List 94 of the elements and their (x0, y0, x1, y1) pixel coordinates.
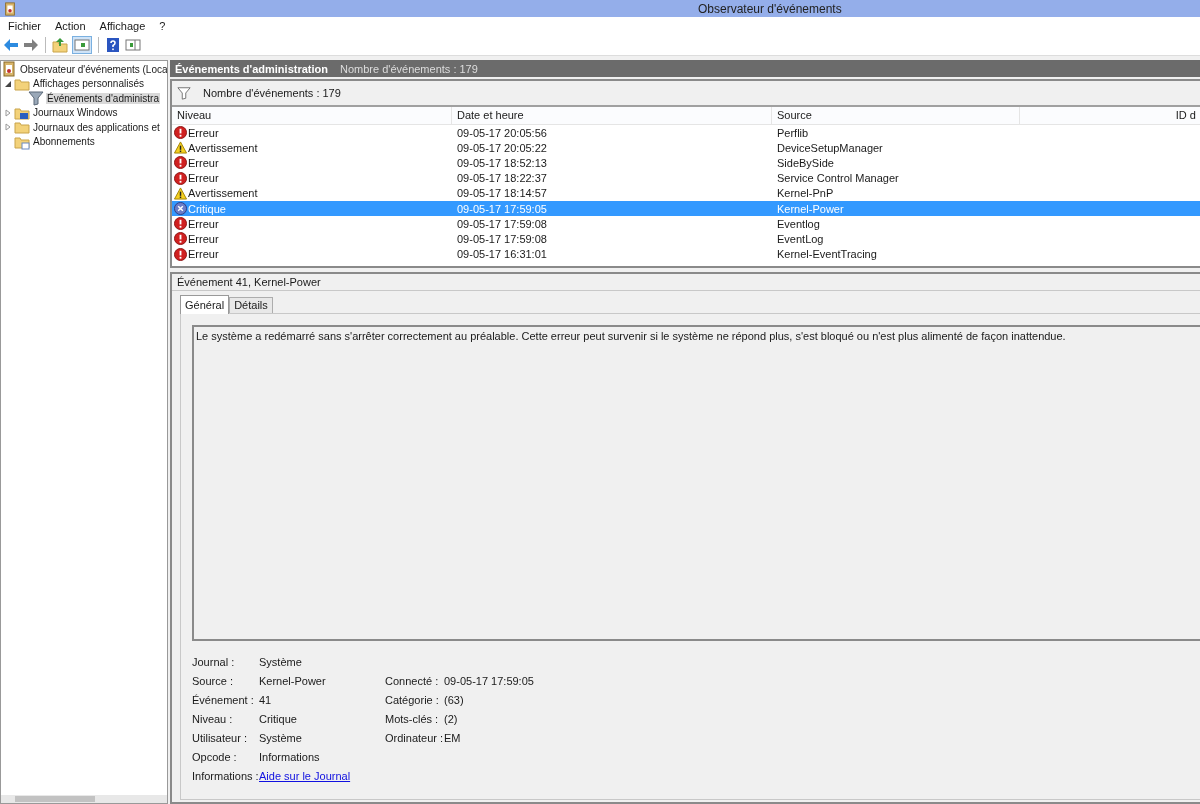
table-row[interactable]: Erreur 09-05-17 17:59:08 EventLog (172, 231, 1200, 247)
table-row[interactable]: Erreur 09-05-17 17:59:08 Eventlog (172, 216, 1200, 232)
property-value: Informations (259, 751, 321, 763)
table-cell: Erreur (188, 172, 219, 185)
table-cell-text: 09-05-17 20:05:22 (456, 141, 548, 154)
table-row[interactable]: Erreur 09-05-17 18:52:13 SideBySide (172, 155, 1200, 171)
property-label: Utilisateur : (192, 731, 249, 744)
table-cell-text: EventLog (776, 232, 825, 245)
property-label: Connecté : (385, 674, 439, 687)
folder-icon[interactable] (52, 37, 68, 53)
property-label: Niveau : (192, 712, 234, 725)
table-cell: Erreur (188, 232, 219, 245)
table-cell: Critique (188, 202, 226, 215)
event-count: Nombre d'événements : 179 (340, 62, 478, 75)
menu-item[interactable]: Fichier (8, 20, 41, 32)
property-label: Source : (192, 674, 234, 687)
property-label: Mots-clés : (385, 712, 439, 725)
property-value: Système (259, 731, 303, 744)
table-cell-text: Perflib (776, 126, 810, 139)
warning-icon (174, 186, 187, 200)
table-cell-text: 09-05-17 17:59:08 (456, 232, 548, 245)
tab[interactable]: Détails (229, 297, 273, 313)
table-cell-text: Service Control Manager (776, 172, 900, 185)
property-label: Catégorie : (385, 693, 439, 706)
property-value: (63) (444, 693, 464, 706)
table-row[interactable]: Erreur 09-05-17 16:31:01 Kernel-EventTracing (172, 246, 1200, 262)
table-cell-text: 09-05-17 18:14:57 (456, 187, 548, 200)
filter-count: Nombre d'événements : 179 (203, 87, 341, 99)
table-cell-text: Eventlog (776, 217, 821, 230)
expand-arrow-icon[interactable] (4, 123, 12, 132)
menu-item[interactable]: Affichage (99, 20, 146, 32)
collapse-arrow-icon[interactable] (4, 79, 12, 88)
table-cell-text: DeviceSetupManager (776, 141, 884, 154)
folder-icon (14, 119, 30, 136)
property-label: Événement : (192, 693, 255, 706)
scrollbar[interactable] (1, 795, 167, 803)
table-cell: Avertissement (188, 141, 258, 154)
property-value: Critique (259, 712, 298, 725)
tree-item[interactable]: Événements d'administra (46, 92, 160, 104)
column-header[interactable]: Source (772, 107, 1020, 124)
description-text: Le système a redémarré sans s'arrêter correctement au préalable. Cette erreur peut survenir si le système ne répond plus, s'est bloqué ou n'est plus alimenté de façon inattendue. (196, 330, 1066, 342)
back-arrow-icon[interactable] (3, 37, 19, 53)
table-cell-text: 09-05-17 16:31:01 (456, 248, 548, 261)
property-value: Kernel-Power (259, 674, 327, 687)
property-value: EM (444, 731, 461, 744)
tree-item[interactable]: Observateur d'événements (Loca (19, 63, 167, 75)
table-row[interactable]: Avertissement 09-05-17 20:05:22 DeviceSetupManager (172, 140, 1200, 156)
property-value: (2) (444, 712, 458, 725)
table-cell: Erreur (188, 126, 219, 139)
property-label: Informations : (192, 770, 259, 783)
property-label: Journal : (192, 655, 236, 668)
table-row[interactable]: Erreur 09-05-17 18:22:37 Service Control Manager (172, 170, 1200, 186)
filter-icon (177, 86, 191, 100)
window-title: Observateur d'événements (698, 1, 842, 16)
table-cell: Erreur (188, 217, 219, 230)
warning-icon (174, 141, 187, 155)
property-label: Opcode : (192, 751, 238, 763)
table-cell-text: 09-05-17 18:22:37 (456, 172, 548, 185)
table-cell-text: Kernel-PnP (776, 187, 835, 200)
property-label: Ordinateur : (385, 731, 444, 744)
property-value: 41 (259, 693, 273, 706)
table-cell: Avertissement (188, 187, 258, 200)
panel-icon[interactable] (125, 37, 141, 53)
help-icon[interactable] (105, 37, 121, 53)
table-cell-text: 09-05-17 17:59:05 (456, 202, 548, 215)
column-header[interactable]: Niveau (172, 107, 452, 124)
table-cell: Erreur (188, 156, 219, 169)
column-header[interactable]: ID d (1020, 107, 1200, 124)
property-value: Système (259, 655, 303, 668)
table-row[interactable]: Avertissement 09-05-17 18:14:57 Kernel-PnP (172, 185, 1200, 201)
panel-toggle-icon[interactable] (72, 36, 92, 54)
tab[interactable]: Général (180, 295, 230, 314)
filter-icon (28, 90, 44, 107)
tree-item[interactable]: Journaux Windows (32, 107, 119, 119)
table-cell-text: SideBySide (776, 156, 835, 169)
menu-item[interactable]: Action (55, 20, 86, 32)
table-cell-text: Kernel-EventTracing (776, 248, 878, 261)
view-title: Événements d'administration (175, 62, 328, 75)
forward-arrow-icon[interactable] (23, 37, 39, 53)
table-cell-text: Kernel-Power (776, 202, 845, 215)
table-cell-text: 09-05-17 18:52:13 (456, 156, 548, 169)
tree-item[interactable]: Abonnements (32, 136, 96, 148)
tree-item[interactable]: Journaux des applications et (32, 121, 161, 133)
tree-item[interactable]: Affichages personnalisés (32, 78, 145, 90)
column-header[interactable]: Date et heure (452, 107, 772, 124)
event-title: Événement 41, Kernel-Power (177, 276, 321, 288)
table-cell: Erreur (188, 248, 219, 261)
table-cell-text: 09-05-17 17:59:08 (456, 217, 548, 230)
menu-item[interactable]: ? (159, 20, 166, 32)
table-row[interactable]: Erreur 09-05-17 20:05:56 Perflib (172, 125, 1200, 141)
help-link[interactable]: Aide sur le Journal (259, 770, 351, 783)
property-value: 09-05-17 17:59:05 (444, 674, 534, 687)
table-cell-text: 09-05-17 20:05:56 (456, 126, 548, 139)
expand-arrow-icon[interactable] (4, 108, 12, 117)
